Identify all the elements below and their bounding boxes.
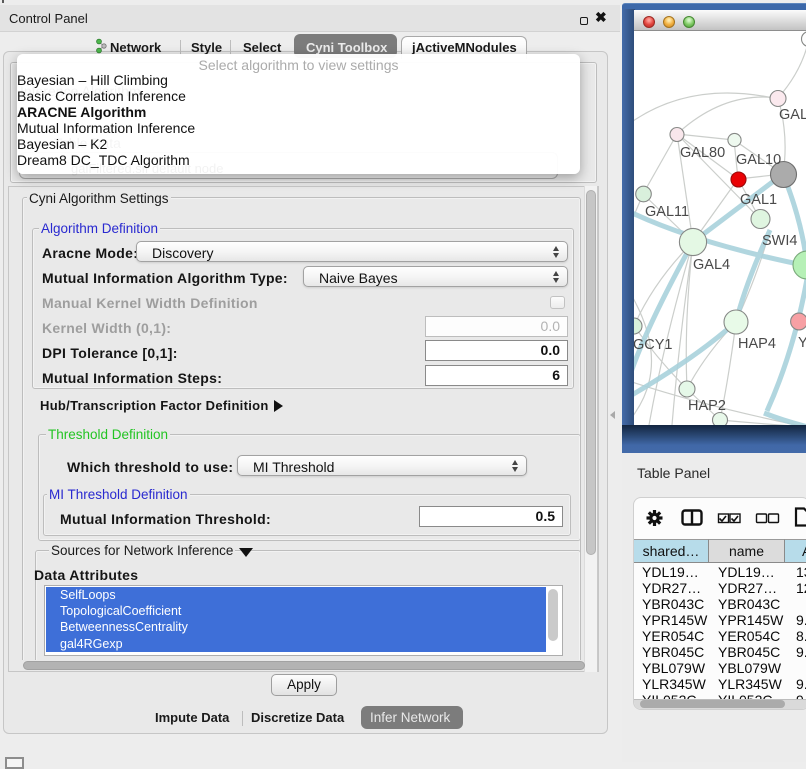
svg-text:GAL7: GAL7 (779, 107, 806, 123)
svg-text:GAL1: GAL1 (740, 192, 777, 208)
svg-text:Y: Y (798, 335, 806, 351)
svg-text:HAP2: HAP2 (688, 398, 726, 414)
svg-text:GCY1: GCY1 (634, 337, 673, 353)
svg-text:SWI4: SWI4 (762, 233, 797, 249)
svg-text:GAL80: GAL80 (680, 145, 725, 161)
svg-text:GAL11: GAL11 (645, 204, 689, 220)
svg-text:GAL10: GAL10 (736, 152, 781, 168)
svg-text:HAP4: HAP4 (738, 336, 776, 352)
svg-text:GAL4: GAL4 (693, 257, 730, 273)
